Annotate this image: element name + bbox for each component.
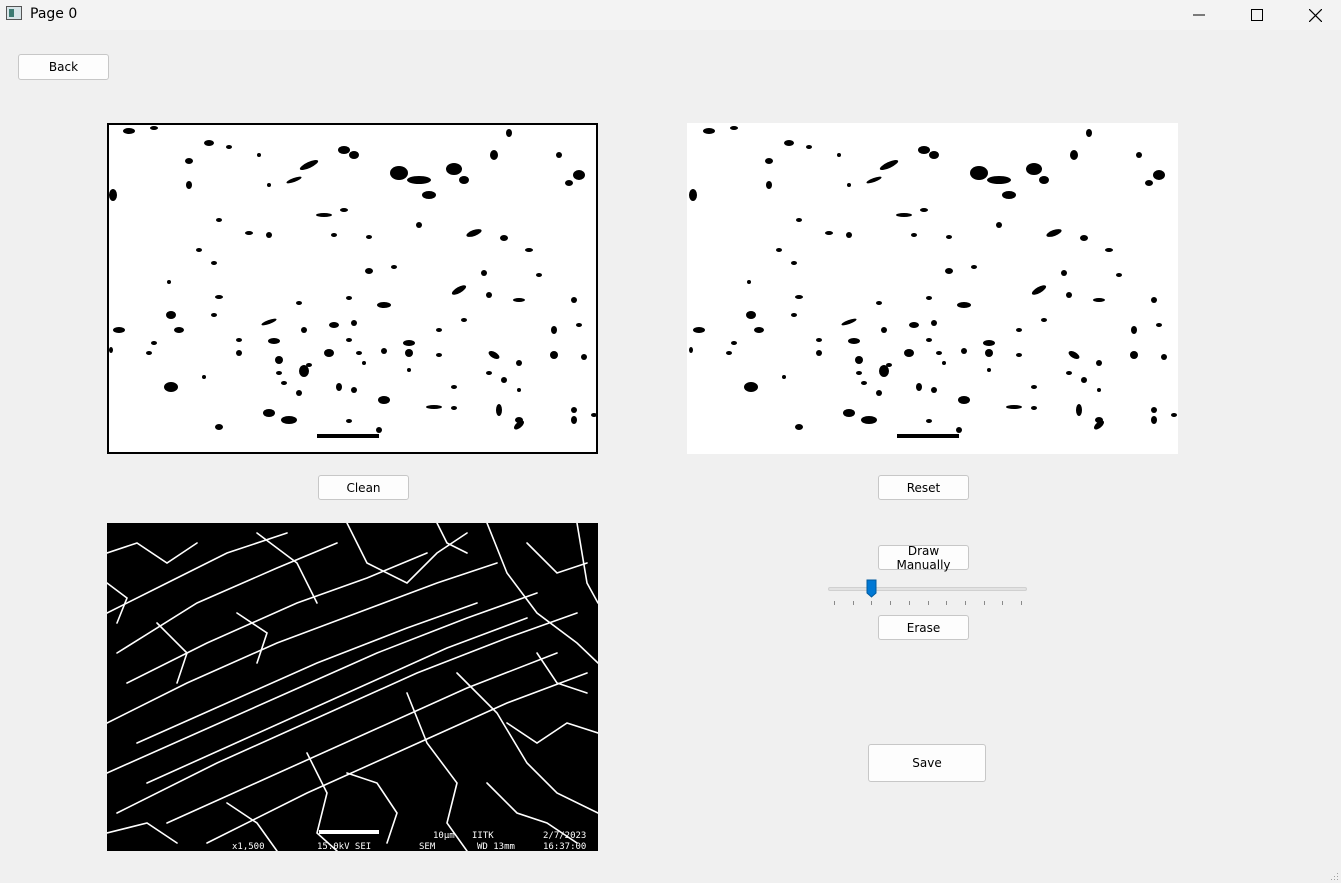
save-button[interactable]: Save [868, 744, 986, 782]
back-button[interactable]: Back [18, 54, 109, 80]
resize-grip-icon[interactable] [1331, 873, 1339, 881]
minimize-icon [1193, 14, 1205, 16]
sem-scale-label: 10μm [433, 831, 455, 841]
scale-bar [319, 830, 379, 834]
minimize-button[interactable] [1170, 0, 1228, 30]
brush-size-slider-handle[interactable] [866, 579, 877, 598]
binary-blobs-graphic [109, 126, 596, 438]
reset-button[interactable]: Reset [878, 475, 969, 500]
erase-button[interactable]: Erase [878, 615, 969, 640]
slider-tick [871, 601, 873, 605]
slider-tick [1021, 601, 1022, 605]
title-bar: Page 0 [0, 0, 1341, 30]
sem-mag-label: x1,500 [232, 842, 265, 851]
brush-size-slider-track[interactable] [828, 587, 1027, 591]
cleaned-binary-image [107, 123, 598, 454]
maximize-button[interactable] [1228, 0, 1286, 30]
close-button[interactable] [1286, 0, 1341, 30]
close-icon [1308, 8, 1322, 22]
app-icon [6, 6, 22, 20]
sem-org-label: IITK [472, 831, 494, 841]
draw-manually-button[interactable]: Draw Manually [878, 544, 969, 572]
preview-binary-image [687, 123, 1178, 454]
sem-voltage-label: 15.0kV SEI [317, 842, 371, 851]
slider-tick [964, 601, 966, 605]
slider-tick [946, 601, 948, 605]
slider-tick [890, 601, 892, 605]
binary-blobs-graphic [689, 126, 1177, 438]
slider-tick [852, 601, 854, 605]
sem-date-label: 2/7/2023 [543, 831, 586, 841]
window-title: Page 0 [30, 6, 78, 22]
sem-micrograph-graphic: 10μm IITK 2/7/2023 x1,500 15.0kV SEI SEM… [107, 523, 598, 851]
slider-tick [834, 601, 835, 605]
sem-edge-image: 10μm IITK 2/7/2023 x1,500 15.0kV SEI SEM… [107, 523, 598, 851]
slider-tick [908, 601, 910, 605]
maximize-icon [1251, 9, 1263, 21]
clean-button[interactable]: Clean [318, 475, 409, 500]
slider-tick [927, 601, 929, 605]
sem-mode-label: SEM [419, 842, 436, 851]
slider-tick [983, 601, 985, 605]
sem-time-label: 16:37:00 [543, 842, 586, 851]
slider-tick [1002, 601, 1004, 605]
sem-wd-label: WD 13mm [477, 842, 515, 851]
